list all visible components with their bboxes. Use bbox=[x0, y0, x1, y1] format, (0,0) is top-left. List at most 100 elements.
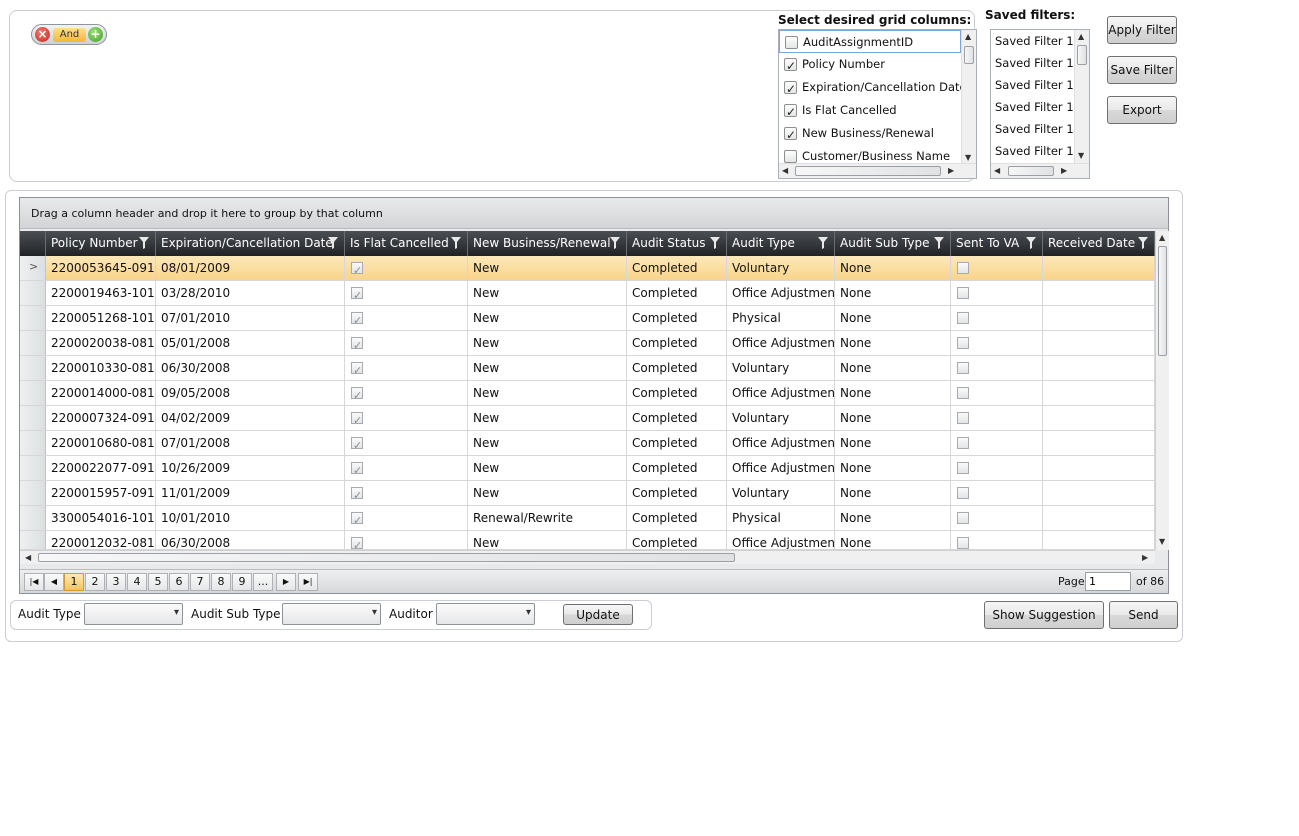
scroll-thumb[interactable] bbox=[964, 46, 974, 64]
scroll-up-icon[interactable]: ▲ bbox=[965, 32, 971, 42]
update-button[interactable]: Update bbox=[563, 604, 633, 625]
checkbox[interactable] bbox=[351, 359, 363, 380]
row-indicator[interactable] bbox=[20, 331, 46, 355]
last-page-icon[interactable]: ▶| bbox=[298, 573, 318, 591]
column-checkbox[interactable] bbox=[784, 150, 797, 163]
row-indicator[interactable] bbox=[20, 381, 46, 405]
column-header-received-date[interactable]: Received Date bbox=[1043, 231, 1155, 256]
scroll-thumb[interactable] bbox=[38, 553, 735, 562]
first-page-icon[interactable]: |◀ bbox=[24, 573, 44, 591]
filter-funnel-icon[interactable] bbox=[328, 237, 338, 249]
cell-sent-to-va[interactable] bbox=[951, 306, 1043, 330]
column-checkbox[interactable] bbox=[784, 101, 797, 122]
checkbox[interactable] bbox=[351, 434, 363, 455]
previous-page-icon[interactable]: ◀ bbox=[44, 573, 64, 591]
table-row[interactable]: 2200019463-10103/28/2010 NewCompletedOffi… bbox=[20, 281, 1155, 306]
row-indicator[interactable]: > bbox=[20, 256, 46, 280]
scroll-thumb[interactable] bbox=[795, 166, 941, 176]
audit-type-dropdown[interactable] bbox=[84, 603, 183, 625]
row-indicator[interactable] bbox=[20, 406, 46, 430]
filter-funnel-icon[interactable] bbox=[818, 237, 828, 249]
grid-vertical-scrollbar[interactable]: ▲ ▼ bbox=[1155, 231, 1169, 550]
saved-filter-item[interactable]: Saved Filter 1 bbox=[995, 56, 1074, 70]
columns-horizontal-scrollbar[interactable]: ◀ ▶ bbox=[779, 163, 976, 178]
scroll-left-icon[interactable]: ◀ bbox=[25, 553, 31, 563]
audit-sub-type-dropdown[interactable] bbox=[282, 603, 381, 625]
row-indicator[interactable] bbox=[20, 456, 46, 480]
cell-sent-to-va[interactable] bbox=[951, 456, 1043, 480]
add-condition-icon[interactable]: + bbox=[88, 27, 103, 42]
cell-is-flat-cancelled[interactable] bbox=[345, 381, 468, 405]
checkbox[interactable] bbox=[957, 462, 969, 474]
page-button[interactable]: 8 bbox=[211, 573, 231, 591]
column-header-sent-to-va[interactable]: Sent To VA bbox=[951, 231, 1043, 256]
column-header-expiration-date[interactable]: Expiration/Cancellation Date bbox=[156, 231, 345, 256]
cell-sent-to-va[interactable] bbox=[951, 331, 1043, 355]
page-button[interactable]: 4 bbox=[127, 573, 147, 591]
saved-filter-item[interactable]: Saved Filter 1 bbox=[995, 34, 1074, 48]
table-row[interactable]: 2200020038-08105/01/2008 NewCompletedOffi… bbox=[20, 331, 1155, 356]
checkbox[interactable] bbox=[957, 537, 969, 549]
cell-sent-to-va[interactable] bbox=[951, 531, 1043, 549]
row-indicator[interactable] bbox=[20, 281, 46, 305]
filter-funnel-icon[interactable] bbox=[1026, 237, 1036, 249]
cell-sent-to-va[interactable] bbox=[951, 356, 1043, 380]
table-row[interactable]: >2200053645-09108/01/2009 NewCompletedVol… bbox=[20, 256, 1155, 281]
row-indicator[interactable] bbox=[20, 531, 46, 549]
column-checkbox[interactable] bbox=[784, 78, 797, 99]
column-header-new-business-renewal[interactable]: New Business/Renewal bbox=[468, 231, 627, 256]
filter-funnel-icon[interactable] bbox=[710, 237, 720, 249]
filter-funnel-icon[interactable] bbox=[934, 237, 944, 249]
table-row[interactable]: 2200007324-09104/02/2009 NewCompletedVolu… bbox=[20, 406, 1155, 431]
column-option[interactable]: New Business/Renewal bbox=[779, 122, 961, 145]
cell-is-flat-cancelled[interactable] bbox=[345, 256, 468, 280]
table-row[interactable]: 2200022077-09110/26/2009 NewCompletedOffi… bbox=[20, 456, 1155, 481]
saved-filter-item[interactable]: Saved Filter 1 bbox=[995, 122, 1074, 136]
scroll-left-icon[interactable]: ◀ bbox=[782, 166, 788, 176]
table-row[interactable]: 2200051268-10107/01/2010 NewCompletedPhys… bbox=[20, 306, 1155, 331]
table-row[interactable]: 2200014000-08109/05/2008 NewCompletedOffi… bbox=[20, 381, 1155, 406]
grid-columns-list[interactable]: AuditAssignmentID Policy Number Expiration… bbox=[778, 29, 977, 179]
column-checkbox[interactable] bbox=[785, 36, 798, 49]
column-option[interactable]: AuditAssignmentID bbox=[779, 30, 961, 53]
column-header-audit-sub-type[interactable]: Audit Sub Type bbox=[835, 231, 951, 256]
page-button[interactable]: 7 bbox=[190, 573, 210, 591]
table-row[interactable]: 2200010680-08107/01/2008 NewCompletedOffi… bbox=[20, 431, 1155, 456]
row-indicator[interactable] bbox=[20, 306, 46, 330]
checkbox[interactable] bbox=[957, 287, 969, 299]
checkbox[interactable] bbox=[351, 534, 363, 549]
table-row[interactable]: 2200010330-08106/30/2008 NewCompletedVolu… bbox=[20, 356, 1155, 381]
saved-vertical-scrollbar[interactable]: ▲ ▼ bbox=[1074, 30, 1089, 163]
checkbox[interactable] bbox=[957, 437, 969, 449]
save-filter-button[interactable]: Save Filter bbox=[1107, 56, 1177, 84]
table-row[interactable]: 2200012032-08106/30/2008 NewCompletedOffi… bbox=[20, 531, 1155, 550]
saved-filters-list[interactable]: Saved Filter 1 Saved Filter 1 Saved Filter… bbox=[990, 29, 1090, 179]
apply-filter-button[interactable]: Apply Filter bbox=[1107, 16, 1177, 44]
column-option[interactable]: Is Flat Cancelled bbox=[779, 99, 961, 122]
scroll-thumb[interactable] bbox=[1008, 166, 1054, 176]
checkbox[interactable] bbox=[957, 412, 969, 424]
checkbox[interactable] bbox=[351, 384, 363, 405]
checkbox[interactable] bbox=[957, 487, 969, 499]
column-checkbox[interactable] bbox=[784, 124, 797, 145]
page-button[interactable]: 1 bbox=[64, 573, 84, 591]
cell-sent-to-va[interactable] bbox=[951, 506, 1043, 530]
checkbox[interactable] bbox=[351, 334, 363, 355]
filter-funnel-icon[interactable] bbox=[139, 237, 149, 249]
row-indicator[interactable] bbox=[20, 356, 46, 380]
cell-is-flat-cancelled[interactable] bbox=[345, 531, 468, 549]
cell-is-flat-cancelled[interactable] bbox=[345, 506, 468, 530]
checkbox[interactable] bbox=[351, 309, 363, 330]
page-button[interactable]: 6 bbox=[169, 573, 189, 591]
column-header-is-flat-cancelled[interactable]: Is Flat Cancelled bbox=[345, 231, 468, 256]
filter-funnel-icon[interactable] bbox=[451, 237, 461, 249]
saved-filter-item[interactable]: Saved Filter 1 bbox=[995, 78, 1074, 92]
table-row[interactable]: 3300054016-10110/01/2010 Renewal/RewriteC… bbox=[20, 506, 1155, 531]
checkbox[interactable] bbox=[351, 509, 363, 530]
checkbox[interactable] bbox=[351, 459, 363, 480]
scroll-thumb[interactable] bbox=[1077, 45, 1087, 65]
column-header-audit-status[interactable]: Audit Status bbox=[627, 231, 727, 256]
scroll-up-icon[interactable]: ▲ bbox=[1078, 32, 1084, 42]
checkbox[interactable] bbox=[957, 362, 969, 374]
row-indicator[interactable] bbox=[20, 506, 46, 530]
